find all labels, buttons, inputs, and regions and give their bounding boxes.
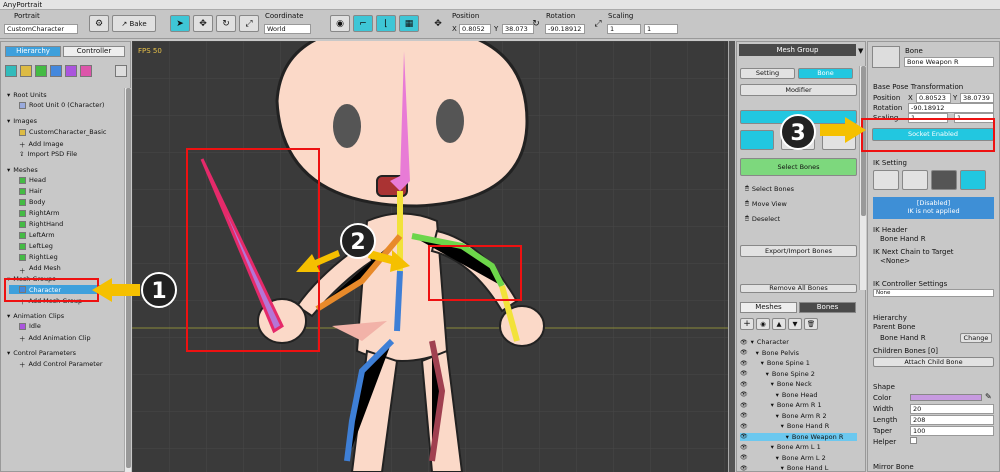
arrow-3	[820, 117, 866, 143]
callout-3: 3	[780, 114, 816, 150]
callout-2: 2	[340, 223, 376, 259]
arrow-2a	[296, 250, 340, 272]
arrow-2b	[368, 250, 410, 272]
arrow-1	[92, 278, 140, 302]
callout-arrows	[92, 117, 866, 302]
callout-1: 1	[141, 272, 177, 308]
